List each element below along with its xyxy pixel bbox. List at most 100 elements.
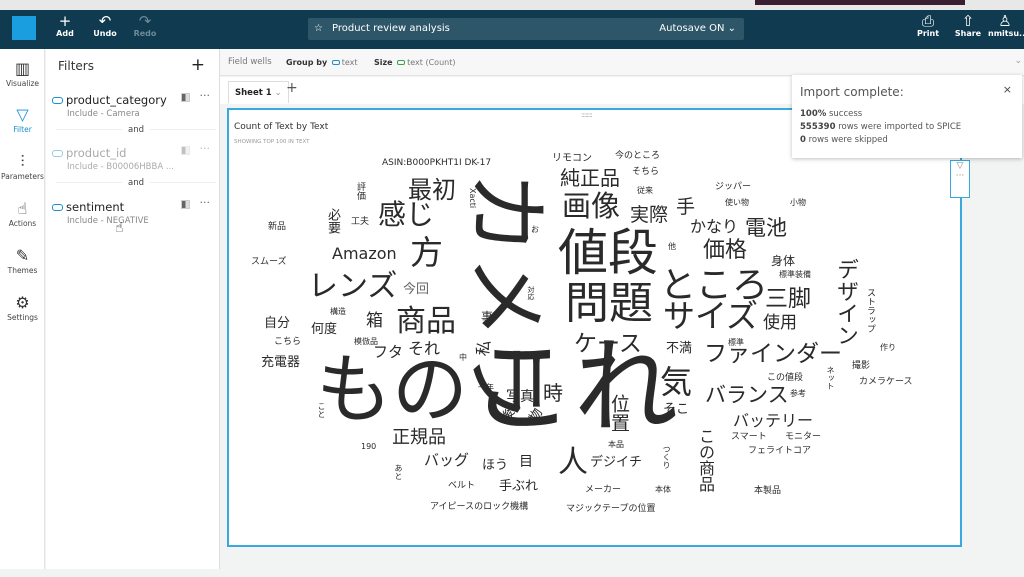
word[interactable]: そこ [663, 403, 689, 416]
undo-button[interactable]: ↶ Undo [88, 13, 122, 38]
visual-menu[interactable]: ▽ ··· [950, 160, 970, 198]
word[interactable]: フェライトコア [748, 447, 811, 456]
word[interactable]: マジックテープの位置 [566, 505, 655, 514]
word[interactable]: あと [394, 464, 403, 480]
word[interactable]: こと [317, 402, 326, 418]
star-icon[interactable]: ☆ [314, 18, 323, 40]
word[interactable]: サイズ [663, 300, 758, 332]
drag-handle[interactable]: :::::::: [581, 111, 593, 119]
word[interactable]: 使い物 [725, 199, 749, 207]
word[interactable]: 画像 [562, 192, 620, 221]
word[interactable]: 三脚 [765, 288, 811, 311]
filter-toggle[interactable] [181, 146, 190, 155]
word[interactable]: ジッパー [715, 183, 751, 192]
more-options-icon[interactable]: ··· [200, 196, 211, 209]
word[interactable]: 作り [880, 344, 896, 352]
word[interactable]: 箱 [366, 313, 383, 330]
filter-product-id[interactable]: product_id Include - B00006HBBA ... ··· [52, 142, 216, 172]
word[interactable]: それ [408, 341, 440, 357]
word[interactable]: 本品 [608, 441, 624, 449]
analysis-title[interactable]: ☆ Product review analysis Autosave ON ⌄ [308, 18, 744, 40]
word[interactable]: この商品 [696, 428, 715, 492]
rail-visualize[interactable]: ▥ Visualize [0, 59, 45, 88]
word[interactable]: 何度 [311, 323, 337, 336]
more-options-icon[interactable]: ··· [951, 171, 969, 181]
word[interactable]: 参考 [790, 390, 806, 398]
word[interactable]: 中 [459, 354, 467, 362]
collapse-chevron-icon[interactable]: ⌄ [1014, 56, 1022, 66]
word[interactable]: 評価 [355, 182, 365, 200]
share-button[interactable]: ⇧ Share [951, 13, 985, 38]
filter-sentiment[interactable]: sentiment Include - NEGATIVE ··· [52, 196, 216, 226]
word[interactable]: 私 [473, 338, 494, 357]
word[interactable]: 問題 [565, 282, 653, 326]
rail-themes[interactable]: ✎ Themes [0, 246, 45, 275]
word[interactable]: 本製品 [754, 487, 781, 496]
size-well[interactable]: Size text (Count) [374, 49, 455, 76]
rail-filter[interactable]: ▽ Filter [0, 105, 45, 134]
word[interactable]: デザイン [833, 258, 858, 346]
word[interactable]: Xacti [468, 188, 477, 208]
autosave-dropdown[interactable]: Autosave ON ⌄ [659, 18, 736, 40]
word[interactable]: 一年 [478, 384, 494, 392]
word[interactable]: ほう [482, 459, 508, 472]
word[interactable]: 190 [361, 443, 376, 451]
word[interactable]: 模倣品 [354, 338, 378, 346]
tab-sheet-1[interactable]: Sheet 1 ⌄ [228, 81, 289, 103]
word[interactable]: カメラ [457, 171, 555, 423]
word[interactable]: ASIN:B000PKHT1I DK-17 [382, 159, 491, 168]
add-sheet-button[interactable]: + [286, 80, 298, 96]
word[interactable]: そちら [632, 168, 659, 177]
word[interactable]: 正規品 [392, 429, 446, 447]
word[interactable]: 気 [660, 366, 692, 398]
word[interactable]: 電池 [745, 218, 787, 239]
word[interactable]: 新品 [268, 223, 286, 232]
word[interactable]: かなり [690, 219, 738, 235]
word[interactable]: メーカー [585, 486, 621, 495]
more-options-icon[interactable]: ··· [200, 142, 211, 155]
word[interactable]: スムーズ [251, 258, 287, 267]
word[interactable]: ベルト [448, 482, 475, 491]
filter-product-category[interactable]: product_category Include - Camera ··· [52, 89, 216, 119]
word[interactable]: 実際 [630, 206, 668, 225]
word[interactable]: モニター [785, 433, 821, 442]
word[interactable]: 充電器 [261, 356, 300, 369]
word[interactable]: 自分 [264, 317, 290, 330]
word[interactable]: Amazon [332, 246, 397, 262]
word[interactable]: 値段 [558, 228, 658, 278]
field-wells[interactable]: Field wells Group by text Size text (Cou… [220, 49, 1024, 76]
rail-parameters[interactable]: ⫶ Parameters [0, 152, 45, 181]
word[interactable]: 小物 [790, 199, 806, 207]
word[interactable]: バランス [705, 385, 789, 406]
quicksight-logo[interactable] [12, 16, 36, 40]
add-button[interactable]: + Add [48, 13, 82, 38]
more-options-icon[interactable]: ··· [200, 89, 211, 102]
rail-settings[interactable]: ⚙ Settings [0, 293, 45, 322]
word[interactable]: 身体 [771, 255, 795, 267]
word[interactable]: 今のところ [615, 152, 660, 161]
word[interactable]: こちら [274, 338, 301, 347]
print-button[interactable]: ⎙ Print [911, 13, 945, 38]
word[interactable]: 純正品 [560, 168, 620, 188]
word[interactable]: 目 [519, 455, 533, 469]
word[interactable]: 感じ [378, 201, 434, 229]
word[interactable]: 写真 [506, 390, 534, 404]
filter-icon[interactable]: ▽ [951, 161, 969, 171]
rail-actions[interactable]: ☝ Actions [0, 199, 45, 228]
word[interactable]: 人 [558, 448, 588, 478]
word[interactable]: ファインダー [704, 343, 842, 366]
word[interactable]: 方 [410, 236, 443, 269]
word[interactable]: 事 [481, 311, 493, 323]
filter-toggle[interactable] [181, 200, 190, 209]
word[interactable]: 時 [543, 383, 563, 403]
word[interactable]: 標準装備 [779, 271, 811, 279]
word[interactable]: 対応 [527, 286, 535, 300]
filter-toggle[interactable] [181, 93, 190, 102]
group-by-well[interactable]: Group by text [286, 49, 358, 76]
word[interactable]: カメラケース [859, 378, 913, 387]
redo-button[interactable]: ↷ Redo [128, 13, 162, 38]
word[interactable]: 価格 [703, 240, 747, 262]
word[interactable]: バッグ [424, 453, 469, 468]
word[interactable]: デジイチ [590, 456, 642, 469]
word[interactable]: レンズ [308, 272, 397, 302]
